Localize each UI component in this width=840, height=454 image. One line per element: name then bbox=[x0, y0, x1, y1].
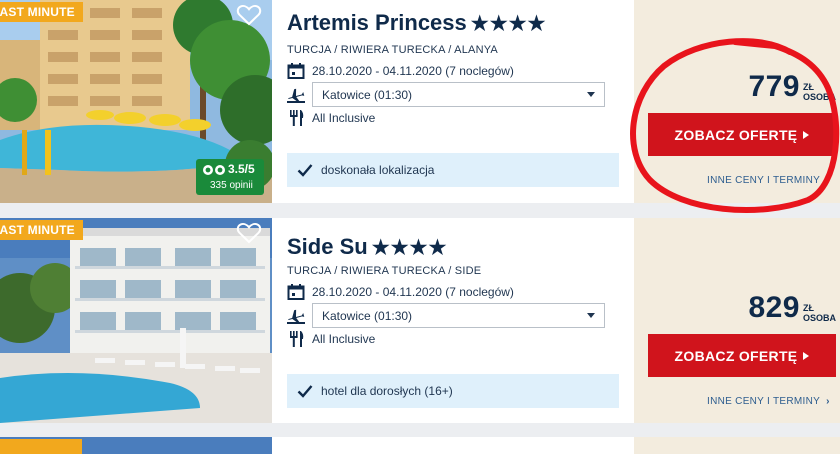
departure-airport-select[interactable]: Katowice (01:30) bbox=[312, 303, 605, 328]
chevron-right-icon: › bbox=[826, 175, 830, 186]
departure-airport-value: Katowice (01:30) bbox=[322, 309, 413, 323]
departure-airport-value: Katowice (01:30) bbox=[322, 88, 413, 102]
per-person-label: OSOBA bbox=[802, 92, 836, 102]
hotel-stars: ★★★★ bbox=[470, 13, 547, 35]
feature-highlight: hotel dla dorosłych (16+) bbox=[287, 374, 619, 408]
price-panel: 829 ZŁ OSOBA ZOBACZ OFERTĘ INNE CENY I T… bbox=[634, 218, 840, 423]
currency-label: ZŁ bbox=[802, 303, 814, 313]
feature-highlight: doskonała lokalizacja bbox=[287, 153, 619, 187]
heart-icon[interactable] bbox=[236, 221, 262, 245]
airport-row bbox=[287, 87, 312, 103]
board-row: All Inclusive bbox=[287, 110, 375, 126]
view-offer-label: ZOBACZ OFERTĘ bbox=[674, 347, 798, 364]
review-count: 335 opinii bbox=[210, 180, 253, 191]
view-offer-button[interactable]: ZOBACZ OFERTĘ bbox=[648, 113, 836, 156]
cutlery-icon bbox=[290, 110, 304, 126]
price-panel: 779 ZŁ OSOBA ZOBACZ OFERTĘ INNE CENY I T… bbox=[634, 0, 840, 203]
per-person-label: OSOBA bbox=[802, 313, 836, 323]
last-minute-badge: LAST MINUTE bbox=[0, 2, 83, 22]
play-triangle-icon bbox=[803, 130, 810, 139]
play-triangle-icon bbox=[803, 351, 810, 360]
hotel-location: TURCJA / RIWIERA TURECKA / SIDE bbox=[287, 265, 482, 277]
hotel-stars: ★★★★ bbox=[371, 237, 448, 259]
hotel-info: Side Su ★★★★ TURCJA / RIWIERA TURECKA / S… bbox=[272, 218, 634, 423]
price-value: 779 bbox=[748, 70, 800, 103]
rating-score: 3.5/5 bbox=[228, 162, 255, 176]
tripadvisor-icon bbox=[203, 165, 225, 175]
hotel-card[interactable]: LAST MINUTE 3.5/5 335 opinii Artemis Pri… bbox=[0, 0, 840, 203]
chevron-right-icon: › bbox=[826, 396, 830, 407]
price-panel bbox=[634, 437, 840, 454]
cutlery-icon bbox=[290, 331, 304, 347]
view-offer-label: ZOBACZ OFERTĘ bbox=[674, 126, 798, 143]
hotel-photo[interactable] bbox=[0, 437, 272, 454]
plane-icon bbox=[287, 309, 305, 324]
price-unit: ZŁ OSOBA bbox=[803, 303, 836, 323]
chevron-down-icon bbox=[587, 92, 595, 97]
calendar-icon bbox=[287, 284, 305, 300]
check-icon bbox=[297, 164, 313, 177]
other-prices-link[interactable]: INNE CENY I TERMINY › bbox=[707, 175, 830, 186]
hotel-name-text[interactable]: Artemis Princess bbox=[287, 10, 467, 35]
hotel-card[interactable]: LAST MINUTE Side Su ★★★★ TURCJA / RIWIERA… bbox=[0, 218, 840, 423]
hotel-name[interactable]: Artemis Princess ★★★★ bbox=[287, 10, 546, 36]
travel-dates: 28.10.2020 - 04.11.2020 (7 noclegów) bbox=[312, 64, 514, 78]
hotel-name-text[interactable]: Side Su bbox=[287, 234, 368, 259]
hotel-photo[interactable]: LAST MINUTE 3.5/5 335 opinii bbox=[0, 0, 272, 203]
hotel-info bbox=[272, 437, 634, 454]
departure-airport-select[interactable]: Katowice (01:30) bbox=[312, 82, 605, 107]
currency-label: ZŁ bbox=[802, 82, 814, 92]
search-results: LAST MINUTE 3.5/5 335 opinii Artemis Pri… bbox=[0, 0, 840, 454]
hotel-name[interactable]: Side Su ★★★★ bbox=[287, 234, 447, 260]
calendar-icon bbox=[287, 63, 305, 79]
chevron-down-icon bbox=[587, 313, 595, 318]
heart-icon[interactable] bbox=[236, 3, 262, 27]
hotel-photo[interactable]: LAST MINUTE bbox=[0, 218, 272, 423]
hotel-info: Artemis Princess ★★★★ TURCJA / RIWIERA TU… bbox=[272, 0, 634, 203]
feature-text: hotel dla dorosłych (16+) bbox=[321, 384, 453, 398]
hotel-location: TURCJA / RIWIERA TURECKA / ALANYA bbox=[287, 44, 498, 56]
other-prices-link[interactable]: INNE CENY I TERMINY › bbox=[707, 396, 830, 407]
other-prices-label: INNE CENY I TERMINY bbox=[707, 175, 821, 186]
plane-icon bbox=[287, 88, 305, 103]
price-unit: ZŁ OSOBA bbox=[803, 82, 836, 102]
hotel-card[interactable] bbox=[0, 437, 840, 454]
price-value: 829 bbox=[748, 291, 800, 324]
feature-text: doskonała lokalizacja bbox=[321, 163, 435, 177]
dates-row: 28.10.2020 - 04.11.2020 (7 noclegów) bbox=[287, 63, 514, 79]
last-minute-badge: LAST MINUTE bbox=[0, 220, 83, 240]
hotel-photo-image bbox=[0, 218, 272, 423]
board-type: All Inclusive bbox=[312, 332, 376, 346]
tripadvisor-rating[interactable]: 3.5/5 335 opinii bbox=[196, 159, 264, 195]
airport-row bbox=[287, 308, 312, 324]
dates-row: 28.10.2020 - 04.11.2020 (7 noclegów) bbox=[287, 284, 514, 300]
board-row: All Inclusive bbox=[287, 331, 375, 347]
check-icon bbox=[297, 385, 313, 398]
other-prices-label: INNE CENY I TERMINY bbox=[707, 396, 821, 407]
last-minute-badge bbox=[0, 439, 82, 454]
travel-dates: 28.10.2020 - 04.11.2020 (7 noclegów) bbox=[312, 285, 514, 299]
board-type: All Inclusive bbox=[312, 111, 376, 125]
view-offer-button[interactable]: ZOBACZ OFERTĘ bbox=[648, 334, 836, 377]
